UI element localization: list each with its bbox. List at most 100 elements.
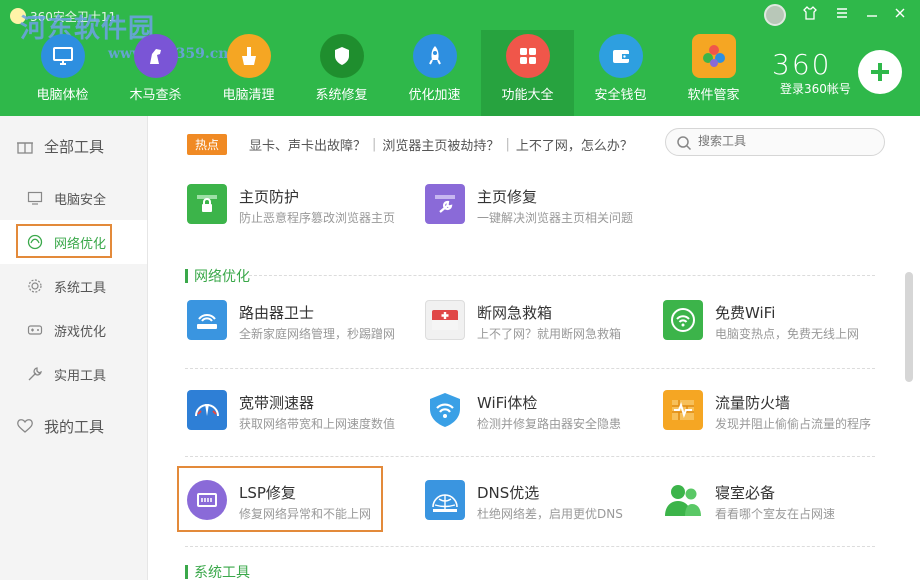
tool-free-wifi[interactable]: 免费WiFi 电脑变热点，免费无线上网 [663,298,893,350]
rocket-icon [412,34,457,78]
scrollbar-thumb[interactable] [905,272,913,382]
divider [185,368,875,369]
search-box[interactable] [665,128,885,156]
nav-pc-checkup[interactable]: 电脑体检 [16,30,109,116]
wifi-icon [663,300,703,340]
section-title-system: 系统工具 [185,562,250,580]
divider [249,275,875,276]
tool-desc: 看看哪个室友在占网速 [715,507,836,521]
title-bar: 360安全卫士11 河东软件园 [0,0,920,44]
tool-desc: 防止恶意程序篡改浏览器主页 [239,211,396,225]
sidebar-item-label: 实用工具 [54,368,107,384]
skin-icon[interactable] [800,6,820,26]
sidebar: 全部工具 电脑安全 网络优化 系统工具 游戏优化 实用工具 我的工具 [0,116,148,580]
tool-title: 免费WiFi [715,304,776,322]
hot-link[interactable]: 显卡、声卡出故障？ [249,135,366,154]
tool-title: 断网急救箱 [477,304,553,322]
nav-label: 优化加速 [408,88,461,103]
lock-icon [187,184,227,224]
wrench-icon [26,365,44,383]
tool-homepage-protect[interactable]: 主页防护 防止恶意程序篡改浏览器主页 [187,182,417,234]
nav-pc-clean[interactable]: 电脑清理 [202,30,295,116]
hot-topics-bar: 热点 显卡、声卡出故障？ | 浏览器主页被劫持？ | 上不了网，怎么办？ [187,133,633,155]
tool-traffic-firewall[interactable]: 流量防火墙 发现并阻止偷偷占流量的程序 [663,388,893,440]
speedometer-icon [187,390,227,430]
tool-dorm-essential[interactable]: 寝室必备 看看哪个室友在占网速 [663,478,893,530]
nav-trojan-scan[interactable]: 木马查杀 [109,30,202,116]
sidebar-item-game-optimize[interactable]: 游戏优化 [0,308,147,352]
nav-label: 功能大全 [501,88,554,103]
separator: | [372,136,377,152]
minimize-icon[interactable] [862,6,882,26]
tool-desc: 杜绝网络差，启用更优DNS [477,507,623,521]
tool-desc: 发现并阻止偷偷占流量的程序 [715,417,872,431]
nav-label: 木马查杀 [129,88,182,103]
sidebar-all-tools[interactable]: 全部工具 [0,116,147,176]
sidebar-group-label: 全部工具 [44,137,105,156]
globe-icon [425,480,465,520]
tool-homepage-repair[interactable]: 主页修复 一键解决浏览器主页相关问题 [425,182,655,234]
nav-speedup[interactable]: 优化加速 [388,30,481,116]
horse-icon [133,34,178,78]
monitor-icon [26,189,44,207]
monitor-icon [40,34,85,78]
sidebar-item-label: 系统工具 [54,280,107,296]
divider [185,546,875,547]
tool-desc: 一键解决浏览器主页相关问题 [477,211,634,225]
main-panel: 热点 显卡、声卡出故障？ | 浏览器主页被劫持？ | 上不了网，怎么办？ 主页防… [149,116,920,580]
medal-icon[interactable] [764,4,786,26]
sidebar-group-label: 我的工具 [44,417,105,436]
hot-link[interactable]: 上不了网，怎么办？ [516,135,633,154]
login-link[interactable]: 登录360帐号 [780,80,851,97]
separator: | [505,136,510,152]
account-plus-button[interactable] [858,50,902,94]
nav-software-manager[interactable]: 软件管家 [667,30,760,116]
tool-speed-test[interactable]: 宽带测速器 获取网络带宽和上网速度数值 [187,388,417,440]
tool-router-guard[interactable]: 路由器卫士 全新家庭网络管理，秒踢蹭网 [187,298,417,350]
sidebar-item-utilities[interactable]: 实用工具 [0,352,147,396]
highlight-box-lsp [177,466,383,532]
wrench-icon [425,184,465,224]
plus-icon [871,63,889,81]
sidebar-item-label: 游戏优化 [54,324,107,340]
broom-icon [226,34,271,78]
sidebar-item-label: 电脑安全 [54,192,107,208]
brand-logo: 360 [772,48,832,81]
tool-title: 寝室必备 [715,484,776,502]
gamepad-icon [26,321,44,339]
nav-label: 电脑清理 [222,88,275,103]
tool-desc: 电脑变热点，免费无线上网 [715,327,860,341]
gear-icon [26,277,44,295]
tool-title: 主页防护 [239,188,300,206]
apps-icon [691,34,736,78]
grid-icon [505,34,550,78]
menu-icon[interactable] [832,6,852,26]
search-input[interactable] [698,134,868,148]
wallet-icon [598,34,643,78]
sidebar-item-system-tools[interactable]: 系统工具 [0,264,147,308]
hot-link[interactable]: 浏览器主页被劫持？ [382,135,499,154]
nav-system-repair[interactable]: 系统修复 [295,30,388,116]
tool-wifi-check[interactable]: WiFi体检 检测并修复路由器安全隐患 [425,388,655,440]
nav-label: 电脑体检 [36,88,89,103]
nav-label: 软件管家 [687,88,740,103]
sidebar-item-pc-security[interactable]: 电脑安全 [0,176,147,220]
tool-title: 主页修复 [477,188,538,206]
tool-title: 流量防火墙 [715,394,791,412]
tool-network-first-aid[interactable]: 断网急救箱 上不了网？就用断网急救箱 [425,298,655,350]
wifi-shield-icon [425,390,465,430]
hot-badge: 热点 [187,133,228,155]
nav-wallet[interactable]: 安全钱包 [574,30,667,116]
users-icon [663,480,703,520]
tool-title: 路由器卫士 [239,304,315,322]
nav-all-features[interactable]: 功能大全 [481,30,574,116]
top-header: 360安全卫士11 河东软件园 www.pc0359.cn 电脑体检 木马查杀 [0,0,920,116]
tool-desc: 上不了网？就用断网急救箱 [477,327,622,341]
first-aid-icon [425,300,465,340]
section-title-network: 网络优化 [185,266,250,286]
tool-dns-select[interactable]: DNS优选 杜绝网络差，启用更优DNS [425,478,655,530]
close-icon[interactable] [890,6,910,26]
router-icon [187,300,227,340]
tool-title: DNS优选 [477,484,540,502]
sidebar-my-tools[interactable]: 我的工具 [0,396,147,456]
